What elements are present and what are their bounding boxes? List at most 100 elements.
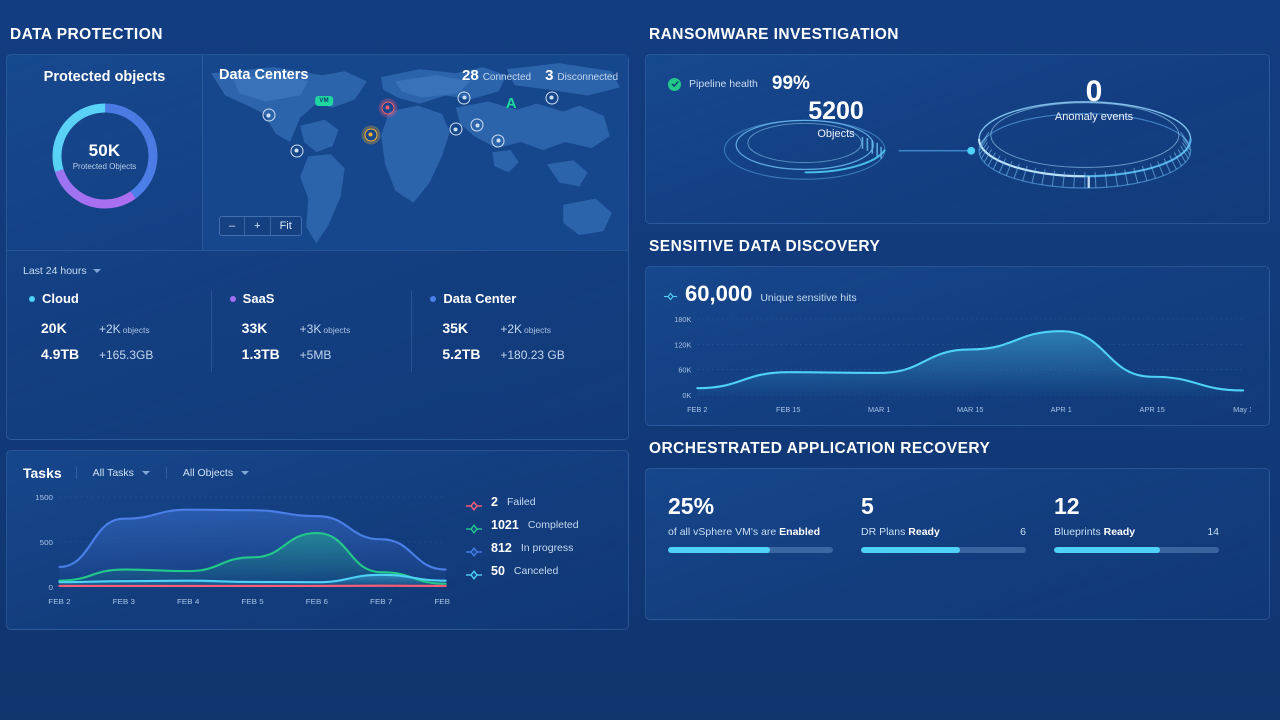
objects-filter-label: All Objects <box>182 467 234 479</box>
legend-item-in-progress[interactable]: 812 In progress <box>466 541 612 557</box>
map-marker-site-eu-central[interactable] <box>470 118 484 132</box>
objects-filter-select[interactable]: All Objects <box>165 467 265 479</box>
map-marker-site-eu-west[interactable] <box>449 122 463 136</box>
recovery-caption: DR Plans Ready 6 <box>861 526 1026 538</box>
donut-label: Protected Objects <box>72 162 137 171</box>
map-marker-site-asia-north[interactable] <box>545 91 558 105</box>
svg-text:180K: 180K <box>674 315 691 324</box>
svg-text:FEB 4: FEB 4 <box>177 597 200 606</box>
legend-item-canceled[interactable]: 50 Canceled <box>466 564 612 580</box>
svg-text:FEB 2: FEB 2 <box>48 597 70 606</box>
data-centers-map-panel[interactable]: Data Centers 28 Connected 3 Disconnected V… <box>203 55 628 250</box>
sensitive-data-chart: 0K 60K 120K 180K FEB 2 FEB 15 MAR 1 MAR 15 APR 1… <box>664 311 1251 415</box>
svg-text:1500: 1500 <box>35 493 54 502</box>
legend-label: In progress <box>520 542 574 554</box>
stat-objects-value: 33K <box>241 320 268 336</box>
map-marker-site-eu-east-availability[interactable]: A <box>506 95 517 113</box>
legend-count: 2 <box>491 495 498 509</box>
stat-objects-unit: objects <box>122 325 150 335</box>
recovery-total: 6 <box>1020 526 1027 538</box>
section-title-recovery: ORCHESTRATED APPLICATION RECOVERY <box>649 440 991 457</box>
map-zoom-in-button[interactable]: + <box>245 217 271 235</box>
connected-count: 28 <box>462 67 479 84</box>
stat-objects-unit: objects <box>524 325 551 335</box>
dashboard: DATA PROTECTION Protected objects 50K Pr… <box>0 0 1280 720</box>
disconnected-label: Disconnected <box>557 72 619 83</box>
legend-item-failed[interactable]: 2 Failed <box>466 495 612 511</box>
left-column: DATA PROTECTION Protected objects 50K Pr… <box>6 26 630 702</box>
tasks-header: Tasks All Tasks All Objects <box>23 465 612 481</box>
protected-objects-panel: Protected objects 50K Protected Objects <box>7 55 203 250</box>
sensitive-hits-header: 60,000 Unique sensitive hits <box>664 281 1251 307</box>
stat-objects-row: 20K +2K objects <box>29 320 211 336</box>
map-fit-button[interactable]: Fit <box>270 217 301 235</box>
datacenter-pin-icon <box>364 128 378 142</box>
recovery-caption: of all vSphere VM's are Enabled <box>668 526 833 538</box>
recovery-metric-blueprints: 12 Blueprints Ready 14 <box>1054 495 1247 619</box>
datacenter-pin-icon <box>290 144 303 158</box>
legend-count: 50 <box>491 564 505 578</box>
recovery-progress-fill <box>668 547 771 553</box>
donut-value: 50K <box>88 141 121 160</box>
stat-column-cloud: Cloud 20K +2K objects 4.9TB +165.3GB <box>23 291 211 372</box>
stat-size-delta: +180.23 GB <box>500 348 565 362</box>
stat-size-value: 4.9TB <box>41 346 80 362</box>
stat-size-delta: +5MB <box>299 348 332 362</box>
stat-header: SaaS <box>229 291 412 306</box>
chevron-down-icon <box>241 471 250 475</box>
svg-text:FEB 7: FEB 7 <box>370 597 392 606</box>
datacenter-pin-icon <box>457 91 471 105</box>
tasks-title: Tasks <box>23 465 62 481</box>
time-range-selector[interactable]: Last 24 hours <box>23 265 612 277</box>
map-zoom-controls[interactable]: – + Fit <box>219 216 302 236</box>
tasks-filter-label: All Tasks <box>92 467 134 479</box>
map-marker-site-eu-north[interactable] <box>457 91 471 105</box>
stat-name: Cloud <box>42 291 79 306</box>
stat-objects-value: 35K <box>442 320 469 336</box>
stat-size-row: 1.3TB +5MB <box>230 346 412 362</box>
map-marker-site-us-west[interactable] <box>262 108 276 122</box>
stat-objects-delta: +2K objects <box>500 322 551 336</box>
recovery-value: 12 <box>1054 493 1080 519</box>
stat-column-data-center: Data Center 35K +2K objects 5.2TB +180.23 GB <box>411 291 612 372</box>
map-marker-site-eu-south[interactable] <box>491 134 505 148</box>
legend-item-completed[interactable]: 1021 Completed <box>466 518 612 534</box>
svg-text:FEB 3: FEB 3 <box>113 597 135 606</box>
vm-badge-icon: VM <box>315 95 333 106</box>
svg-text:MAR 15: MAR 15 <box>957 405 983 414</box>
objects-value: 5200 <box>808 97 864 125</box>
map-title: Data Centers <box>219 67 309 83</box>
ransomware-card: Pipeline health 99% 5200 Objects 0 Anoma… <box>645 54 1270 224</box>
map-zoom-out-button[interactable]: – <box>220 217 246 235</box>
recovery-metric-vsphere-vms: 25% of all vSphere VM's are Enabled <box>668 495 861 619</box>
map-marker-site-us-central-vm[interactable]: VM <box>315 89 333 107</box>
svg-text:FEB 6: FEB 6 <box>306 597 328 606</box>
recovery-caption: Blueprints Ready 14 <box>1054 526 1219 538</box>
datacenter-pin-icon <box>545 91 558 105</box>
protection-stats-row: Cloud 20K +2K objects 4.9TB +165.3GB SaaS 33K +3… <box>23 291 612 372</box>
map-marker-site-us-southwest[interactable] <box>290 144 303 158</box>
map-connection-stats: 28 Connected 3 Disconnected <box>462 67 618 85</box>
recovery-progress-fill <box>861 547 961 553</box>
diamond-marker-icon <box>664 288 678 306</box>
tasks-card: Tasks All Tasks All Objects 0 500 1500 FEB … <box>6 450 630 630</box>
anomaly-value: 0 <box>1085 75 1103 108</box>
diamond-marker-icon <box>466 567 483 580</box>
anomaly-ring-caption: 0 Anomaly events <box>1034 75 1154 124</box>
data-protection-top: Protected objects 50K Protected Objects … <box>7 55 629 251</box>
stat-objects-row: 35K +2K objects <box>430 320 612 336</box>
data-protection-card: Protected objects 50K Protected Objects … <box>6 54 630 440</box>
sensitive-hits-value: 60,000 <box>685 281 753 306</box>
stat-objects-value: 20K <box>41 320 67 336</box>
tasks-filter-select[interactable]: All Tasks <box>75 467 166 479</box>
svg-text:FEB 5: FEB 5 <box>241 597 263 606</box>
tasks-chart: 0 500 1500 FEB 2 FEB 3 FEB 4 FEB 5 FEB 6 FEB 7 FE… <box>23 487 452 607</box>
map-marker-site-us-east-warn[interactable] <box>364 128 378 142</box>
recovery-progress-fill <box>1054 547 1160 553</box>
svg-text:FEB 8: FEB 8 <box>434 597 452 606</box>
section-title-sensitive-data: SENSITIVE DATA DISCOVERY <box>649 238 881 255</box>
map-marker-site-us-east-alert[interactable] <box>381 101 395 115</box>
svg-text:APR 1: APR 1 <box>1051 405 1072 414</box>
legend-count: 1021 <box>491 518 519 532</box>
recovery-card: 25% of all vSphere VM's are Enabled 5 DR Pl… <box>645 468 1270 620</box>
